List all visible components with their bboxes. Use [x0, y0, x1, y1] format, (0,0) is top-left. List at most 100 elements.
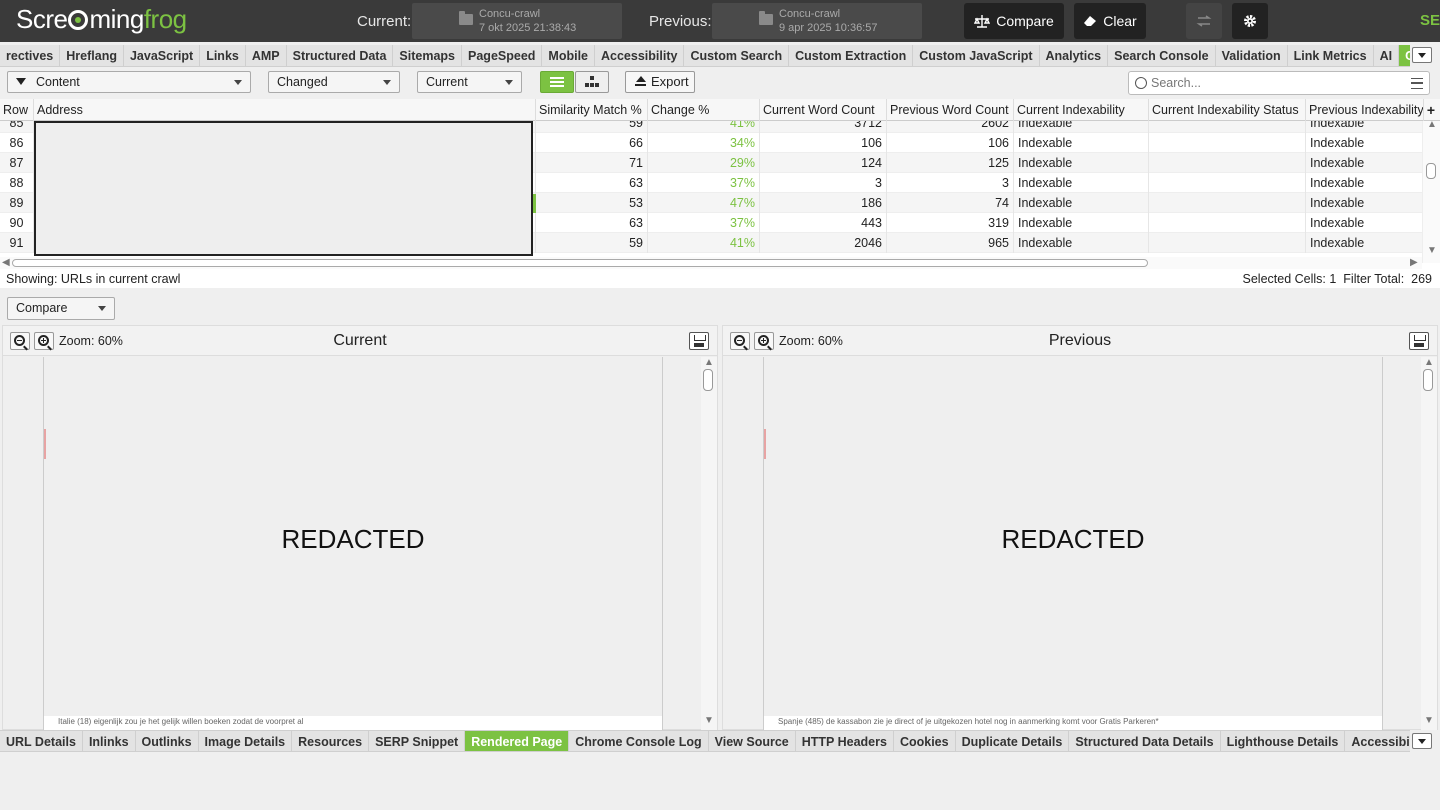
cell-previous-word-count[interactable]: 3 [887, 173, 1014, 193]
cell-change[interactable]: 41% [648, 233, 760, 253]
tree-view-button[interactable] [575, 71, 609, 93]
previous-pane-scrollbar[interactable]: ▲ ▼ [1421, 357, 1437, 730]
cell-current-indexability[interactable]: Indexable [1014, 233, 1149, 253]
column-header-current-indexability[interactable]: Current Indexability [1014, 99, 1149, 121]
bottom-tabs-overflow-button[interactable] [1412, 733, 1432, 749]
cell-similarity-match[interactable]: 63 [536, 173, 648, 193]
settings-button[interactable] [1232, 3, 1268, 39]
tab-hreflang[interactable]: Hreflang [60, 45, 124, 66]
bottom-tab-serp-snippet[interactable]: SERP Snippet [369, 731, 466, 751]
cell-previous-word-count[interactable]: 74 [887, 193, 1014, 213]
column-header-address[interactable]: Address [34, 99, 536, 121]
cell-similarity-match[interactable]: 66 [536, 133, 648, 153]
current-crawl-selector[interactable]: Concu-crawl 7 okt 2025 21:38:43 [412, 3, 622, 39]
bottom-tab-structured-data-details[interactable]: Structured Data Details [1069, 731, 1221, 751]
cell-previous-indexability[interactable]: Indexable [1306, 233, 1424, 253]
bottom-tab-view-source[interactable]: View Source [709, 731, 796, 751]
cell-current-word-count[interactable]: 124 [760, 153, 887, 173]
tab-sitemaps[interactable]: Sitemaps [393, 45, 463, 66]
cell-row[interactable]: 88 [0, 173, 34, 193]
cell-similarity-match[interactable]: 59 [536, 233, 648, 253]
cell-previous-word-count[interactable]: 965 [887, 233, 1014, 253]
changed-filter-dropdown[interactable]: Changed [268, 71, 400, 93]
cell-previous-indexability[interactable]: Indexable [1306, 153, 1424, 173]
cell-row[interactable]: 90 [0, 213, 34, 233]
cell-row[interactable]: 87 [0, 153, 34, 173]
search-box[interactable] [1128, 71, 1430, 95]
cell-current-indexability[interactable]: Indexable [1014, 133, 1149, 153]
cell-change[interactable]: 47% [648, 193, 760, 213]
column-header-current-indexability-status[interactable]: Current Indexability Status [1149, 99, 1306, 121]
scroll-thumb[interactable] [1423, 369, 1433, 391]
cell-current-indexability-status[interactable] [1149, 233, 1306, 253]
tab-amp[interactable]: AMP [246, 45, 287, 66]
scroll-left-icon[interactable]: ◀ [2, 257, 10, 268]
compare-mode-dropdown[interactable]: Compare [7, 297, 115, 320]
cell-current-indexability[interactable]: Indexable [1014, 213, 1149, 233]
column-header-row[interactable]: Row [0, 99, 34, 121]
bottom-tab-url-details[interactable]: URL Details [0, 731, 83, 751]
column-header-previous-word-count[interactable]: Previous Word Count [887, 99, 1014, 121]
tab-accessibility[interactable]: Accessibility [595, 45, 685, 66]
cell-similarity-match[interactable]: 63 [536, 213, 648, 233]
cell-current-indexability[interactable]: Indexable [1014, 193, 1149, 213]
column-header-change[interactable]: Change % [648, 99, 760, 121]
tab-custom-extraction[interactable]: Custom Extraction [789, 45, 914, 66]
bottom-tab-outlinks[interactable]: Outlinks [136, 731, 199, 751]
cell-change[interactable]: 29% [648, 153, 760, 173]
tab-custom-search[interactable]: Custom Search [684, 45, 790, 66]
cell-previous-indexability[interactable]: Indexable [1306, 173, 1424, 193]
cell-current-word-count[interactable]: 106 [760, 133, 887, 153]
save-icon[interactable] [1409, 332, 1429, 350]
table-vertical-scrollbar[interactable]: ▲ ▼ [1422, 119, 1440, 263]
cell-row[interactable]: 91 [0, 233, 34, 253]
table-horizontal-scrollbar[interactable]: ◀ ▶ [0, 257, 1422, 269]
bottom-tab-chrome-console-log[interactable]: Chrome Console Log [569, 731, 709, 751]
tab-rectives[interactable]: rectives [0, 45, 61, 66]
top-tabs-overflow-button[interactable] [1412, 47, 1432, 63]
cell-current-word-count[interactable]: 3 [760, 173, 887, 193]
cell-row[interactable]: 86 [0, 133, 34, 153]
tab-links[interactable]: Links [200, 45, 246, 66]
cell-previous-word-count[interactable]: 106 [887, 133, 1014, 153]
scroll-up-icon[interactable]: ▲ [1427, 119, 1437, 130]
bottom-tab-accessibility-details[interactable]: Accessibility Details [1345, 731, 1410, 751]
tab-validation[interactable]: Validation [1216, 45, 1288, 66]
compare-button[interactable]: Compare [964, 3, 1064, 39]
bottom-tab-inlinks[interactable]: Inlinks [83, 731, 136, 751]
cell-current-indexability[interactable]: Indexable [1014, 153, 1149, 173]
cell-current-word-count[interactable]: 186 [760, 193, 887, 213]
column-header-similarity-match[interactable]: Similarity Match % [536, 99, 648, 121]
cell-change[interactable]: 37% [648, 173, 760, 193]
cell-current-indexability-status[interactable] [1149, 213, 1306, 233]
cell-previous-indexability[interactable]: Indexable [1306, 193, 1424, 213]
export-button[interactable]: Export [625, 71, 695, 93]
tab-custom-javascript[interactable]: Custom JavaScript [913, 45, 1040, 66]
tab-link-metrics[interactable]: Link Metrics [1288, 45, 1374, 66]
filter-settings-icon[interactable] [1411, 78, 1423, 89]
scroll-up-icon[interactable]: ▲ [704, 357, 714, 368]
scroll-thumb[interactable] [1426, 163, 1436, 179]
bottom-tab-cookies[interactable]: Cookies [894, 731, 956, 751]
previous-crawl-selector[interactable]: Concu-crawl 9 apr 2025 10:36:57 [712, 3, 922, 39]
tab-search-console[interactable]: Search Console [1108, 45, 1216, 66]
add-column-icon[interactable]: + [1422, 99, 1440, 121]
cell-current-indexability-status[interactable] [1149, 133, 1306, 153]
search-input[interactable] [1151, 74, 1401, 92]
scroll-right-icon[interactable]: ▶ [1410, 257, 1418, 268]
crawl-select-dropdown[interactable]: Current [417, 71, 522, 93]
column-header-current-word-count[interactable]: Current Word Count [760, 99, 887, 121]
bottom-tab-lighthouse-details[interactable]: Lighthouse Details [1221, 731, 1346, 751]
cell-previous-word-count[interactable]: 125 [887, 153, 1014, 173]
column-header-previous-indexability[interactable]: Previous Indexability [1306, 99, 1424, 121]
cell-similarity-match[interactable]: 71 [536, 153, 648, 173]
tab-pagespeed[interactable]: PageSpeed [462, 45, 543, 66]
bottom-tab-resources[interactable]: Resources [292, 731, 370, 751]
bottom-tab-duplicate-details[interactable]: Duplicate Details [956, 731, 1070, 751]
tab-structured-data[interactable]: Structured Data [287, 45, 394, 66]
cell-current-indexability-status[interactable] [1149, 193, 1306, 213]
bottom-tab-image-details[interactable]: Image Details [199, 731, 293, 751]
scroll-down-icon[interactable]: ▼ [704, 715, 714, 726]
tab-javascript[interactable]: JavaScript [124, 45, 201, 66]
scroll-thumb[interactable] [12, 259, 1148, 267]
